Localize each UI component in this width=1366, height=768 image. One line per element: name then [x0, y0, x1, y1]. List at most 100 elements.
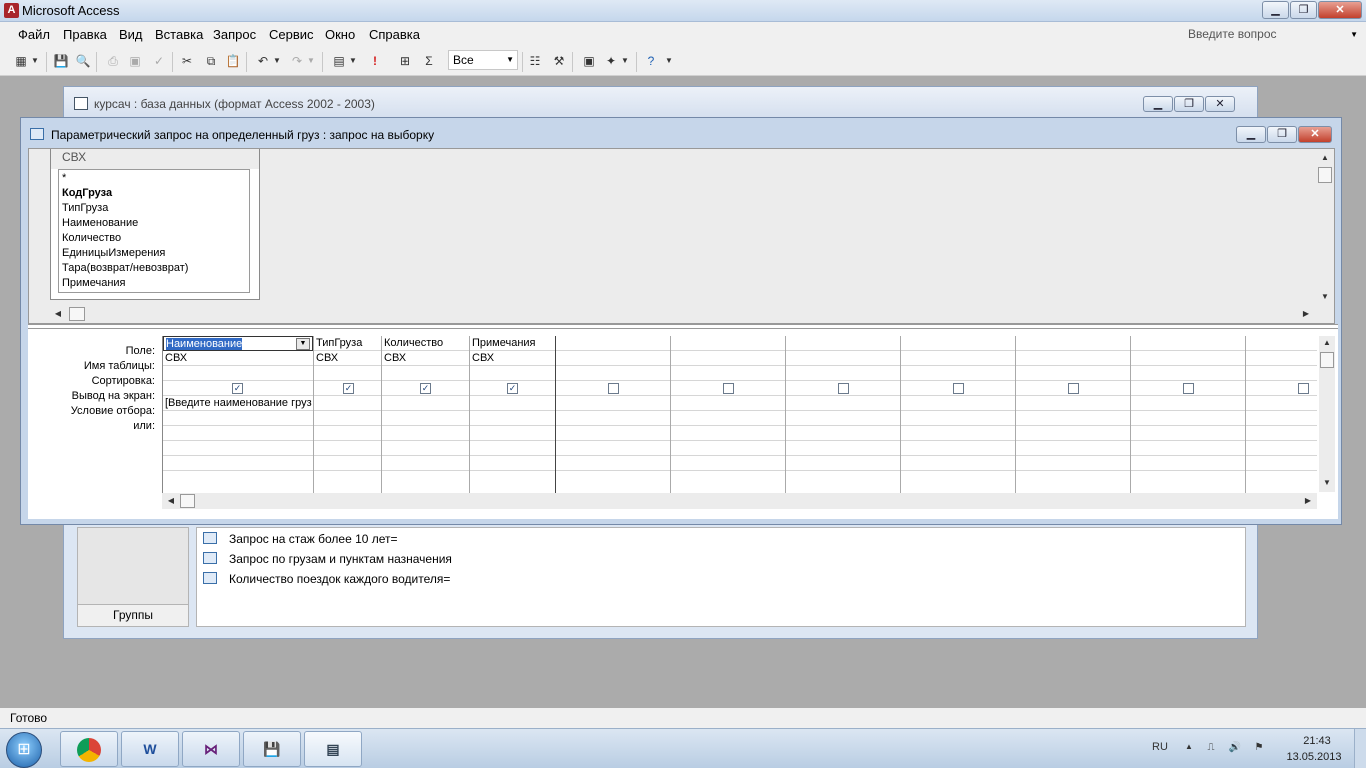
menu-edit[interactable]: Правка [63, 27, 107, 42]
grid-cell[interactable] [1131, 426, 1245, 441]
top-values-combo[interactable]: Все ▼ [448, 50, 518, 70]
network-icon[interactable]: ⎍ [1204, 742, 1218, 754]
field-list-item[interactable]: Тара(возврат/невозврат) [59, 261, 249, 276]
query-maximize-button[interactable]: ❐ [1267, 126, 1297, 143]
or-cell[interactable] [786, 411, 900, 426]
new-object-dropdown-icon[interactable]: ▼ [620, 52, 630, 70]
table-cell[interactable] [1016, 351, 1130, 366]
criteria-cell[interactable] [1016, 396, 1130, 411]
show-checkbox[interactable]: ✓ [723, 383, 734, 394]
db-minimize-button[interactable]: ▁ [1143, 96, 1173, 112]
grid-cell[interactable] [556, 456, 670, 471]
properties-icon[interactable]: ☷ [526, 52, 544, 70]
field-cell[interactable] [786, 336, 900, 351]
grid-cell[interactable] [556, 426, 670, 441]
sort-cell[interactable] [1016, 366, 1130, 381]
scroll-up-icon[interactable]: ▲ [1319, 336, 1335, 350]
show-checkbox[interactable]: ✓ [507, 383, 518, 394]
db-maximize-button[interactable]: ❐ [1174, 96, 1204, 112]
taskbar-save[interactable]: 💾 [243, 731, 301, 767]
criteria-cell[interactable] [671, 396, 785, 411]
view-icon[interactable]: ▦ [12, 52, 30, 70]
field-cell[interactable] [1016, 336, 1130, 351]
criteria-cell[interactable] [901, 396, 1015, 411]
redo-dropdown-icon[interactable]: ▼ [306, 52, 316, 70]
grid-cell[interactable] [1246, 441, 1317, 456]
language-indicator[interactable]: RU [1152, 741, 1168, 753]
criteria-cell[interactable] [470, 396, 555, 411]
sort-cell[interactable] [163, 366, 313, 381]
sort-cell[interactable] [470, 366, 555, 381]
field-cell[interactable]: Количество [382, 336, 469, 351]
clock-date[interactable]: 13.05.2013 [1281, 751, 1347, 763]
table-cell[interactable]: СВХ [163, 351, 313, 366]
scroll-right-icon[interactable]: ▶ [1301, 493, 1315, 509]
design-horizontal-scrollbar[interactable]: ◀ ▶ [49, 306, 1315, 322]
show-checkbox[interactable]: ✓ [1298, 383, 1309, 394]
list-item[interactable]: Запрос по грузам и пунктам назначения [203, 551, 452, 567]
field-cell[interactable]: Наименование ▼ [163, 336, 313, 351]
criteria-cell[interactable] [314, 396, 381, 411]
grid-cell[interactable] [163, 426, 313, 441]
menu-help[interactable]: Справка [369, 27, 420, 42]
field-cell[interactable] [1131, 336, 1245, 351]
menu-view[interactable]: Вид [119, 27, 143, 42]
menu-tools[interactable]: Сервис [269, 27, 314, 42]
grid-cell[interactable] [1246, 426, 1317, 441]
app-maximize-button[interactable]: ❐ [1290, 1, 1317, 19]
or-cell[interactable] [556, 411, 670, 426]
grid-cell[interactable] [470, 456, 555, 471]
sort-cell[interactable] [786, 366, 900, 381]
scroll-thumb[interactable] [180, 494, 195, 508]
build-icon[interactable]: ⚒ [550, 52, 568, 70]
app-close-button[interactable]: ✕ [1318, 1, 1362, 19]
taskbar-word[interactable]: W [121, 731, 179, 767]
show-checkbox[interactable]: ✓ [608, 383, 619, 394]
paste-icon[interactable]: 📋 [224, 52, 242, 70]
sort-cell[interactable] [314, 366, 381, 381]
grid-cell[interactable] [786, 456, 900, 471]
grid-cell[interactable] [786, 441, 900, 456]
taskbar-chrome[interactable] [60, 731, 118, 767]
field-list-item[interactable]: Количество [59, 231, 249, 246]
grid-cell[interactable] [163, 456, 313, 471]
copy-icon[interactable]: ⧉ [202, 52, 220, 70]
or-cell[interactable] [671, 411, 785, 426]
taskbar-visual-studio[interactable]: ⋈ [182, 731, 240, 767]
grid-cell[interactable] [382, 426, 469, 441]
app-minimize-button[interactable]: ▁ [1262, 1, 1289, 19]
criteria-cell[interactable] [1131, 396, 1245, 411]
show-table-icon[interactable]: ⊞ [396, 52, 414, 70]
scroll-thumb[interactable] [69, 307, 85, 321]
grid-cell[interactable] [470, 441, 555, 456]
scroll-up-icon[interactable]: ▲ [1317, 151, 1333, 165]
criteria-cell[interactable]: [Введите наименование груз [163, 396, 313, 411]
menu-window[interactable]: Окно [325, 27, 355, 42]
sort-cell[interactable] [901, 366, 1015, 381]
or-cell[interactable] [314, 411, 381, 426]
grid-cell[interactable] [470, 426, 555, 441]
menu-file[interactable]: Файл [18, 27, 50, 42]
grid-cell[interactable] [163, 441, 313, 456]
chevron-down-icon[interactable]: ▼ [296, 338, 310, 350]
grid-cell[interactable] [1016, 441, 1130, 456]
run-icon[interactable]: ! [366, 52, 384, 70]
field-cell[interactable]: ТипГруза [314, 336, 381, 351]
list-item[interactable]: Количество поездок каждого водителя= [203, 571, 450, 587]
query-type-icon[interactable]: ▤ [330, 52, 348, 70]
toolbar-options-icon[interactable]: ▼ [664, 52, 674, 70]
field-cell[interactable] [1246, 336, 1317, 351]
table-cell[interactable]: СВХ [382, 351, 469, 366]
scroll-down-icon[interactable]: ▼ [1319, 476, 1335, 490]
view-dropdown-icon[interactable]: ▼ [30, 52, 40, 70]
criteria-cell[interactable] [556, 396, 670, 411]
taskbar-access[interactable]: ▤ [304, 731, 362, 767]
help-question-box[interactable]: Введите вопрос ▼ [1188, 27, 1364, 41]
show-checkbox[interactable]: ✓ [232, 383, 243, 394]
grid-cell[interactable] [671, 441, 785, 456]
cut-icon[interactable]: ✂ [178, 52, 196, 70]
chevron-down-icon[interactable]: ▼ [506, 55, 514, 64]
query-type-dropdown-icon[interactable]: ▼ [348, 52, 358, 70]
save-icon[interactable]: 💾 [52, 52, 70, 70]
grid-cell[interactable] [1016, 456, 1130, 471]
